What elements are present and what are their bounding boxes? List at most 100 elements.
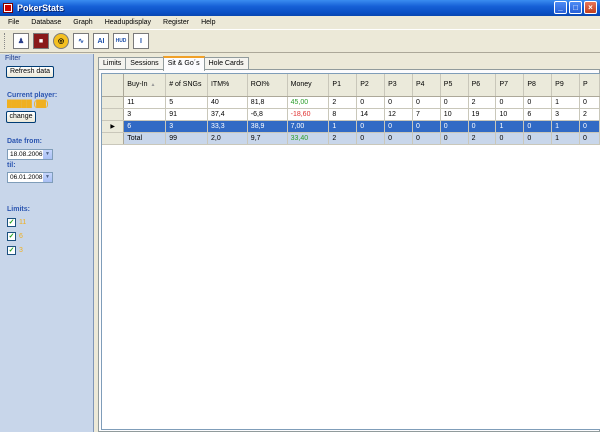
table-cell[interactable]: 7,00: [287, 120, 330, 133]
table-row[interactable]: 3 91 37,4 -6,8 -18,60 8 14 12 7 10 19 10 6 3 2: [102, 108, 600, 121]
table-cell[interactable]: 1: [495, 120, 525, 133]
hud-icon[interactable]: HUD: [113, 33, 129, 49]
table-cell[interactable]: 2: [328, 96, 358, 109]
graph-icon[interactable]: ∿: [73, 33, 89, 49]
table-cell[interactable]: 3: [165, 120, 208, 133]
table-cell[interactable]: 0: [495, 132, 525, 145]
table-cell[interactable]: 8: [328, 108, 358, 121]
checkbox-checked-icon[interactable]: ✓: [7, 218, 16, 227]
table-row[interactable]: 11 5 40 81,8 45,00 2 0 0 0 0 2 0 0 1 0: [102, 96, 600, 109]
close-button[interactable]: ×: [584, 1, 597, 14]
table-cell[interactable]: 6: [123, 120, 167, 133]
column-header-sngs[interactable]: # of SNGs: [165, 74, 208, 97]
column-header-p1[interactable]: P1: [328, 74, 358, 97]
table-cell[interactable]: 11: [123, 96, 167, 109]
date-til-picker[interactable]: 06.01.2008 ▼: [7, 172, 53, 183]
limit-item[interactable]: ✓ 3: [7, 246, 23, 255]
table-cell[interactable]: 33,3: [207, 120, 248, 133]
table-cell[interactable]: 10: [440, 108, 469, 121]
column-header-p7[interactable]: P7: [495, 74, 525, 97]
column-header-buy-in[interactable]: Buy-In ▲: [123, 74, 167, 97]
table-row[interactable]: ▶ 6 3 33,3 38,9 7,00 1 0 0 0 0 0 1 0 1 0: [102, 120, 600, 133]
table-cell[interactable]: 9,7: [247, 132, 288, 145]
row-header[interactable]: ▶: [102, 120, 125, 133]
table-cell[interactable]: 0: [356, 132, 386, 145]
table-cell[interactable]: 0: [523, 120, 553, 133]
chip-icon[interactable]: ◎: [53, 33, 69, 49]
column-header-p8[interactable]: P8: [523, 74, 553, 97]
table-cell[interactable]: 3: [551, 108, 581, 121]
table-cell[interactable]: 0: [468, 120, 497, 133]
table-cell[interactable]: 2: [579, 108, 600, 121]
table-cell[interactable]: 0: [523, 96, 553, 109]
stop-icon[interactable]: ■: [33, 33, 49, 49]
change-player-button[interactable]: change: [6, 111, 36, 123]
column-header-p4[interactable]: P4: [412, 74, 441, 97]
menu-register[interactable]: Register: [157, 19, 195, 26]
table-cell[interactable]: 99: [165, 132, 208, 145]
table-cell[interactable]: 1: [328, 120, 358, 133]
table-cell[interactable]: 0: [384, 132, 413, 145]
table-cell[interactable]: -6,8: [247, 108, 288, 121]
table-cell[interactable]: 0: [495, 96, 525, 109]
toolbar-grip[interactable]: [4, 33, 7, 49]
column-header-itm[interactable]: ITM%: [207, 74, 248, 97]
table-cell[interactable]: 0: [412, 96, 441, 109]
ai-icon[interactable]: AI: [93, 33, 109, 49]
player-icon[interactable]: ♟: [13, 33, 29, 49]
column-header-p10[interactable]: P: [579, 74, 600, 97]
menu-file[interactable]: File: [0, 19, 25, 26]
table-cell[interactable]: 2: [328, 132, 358, 145]
table-cell[interactable]: 0: [384, 120, 413, 133]
table-cell[interactable]: 0: [440, 120, 469, 133]
column-header-roi[interactable]: ROI%: [247, 74, 288, 97]
table-cell[interactable]: 0: [356, 96, 386, 109]
menu-database[interactable]: Database: [25, 19, 67, 26]
table-cell[interactable]: 5: [165, 96, 208, 109]
limit-item[interactable]: ✓ 6: [7, 232, 23, 241]
table-cell[interactable]: 0: [412, 120, 441, 133]
table-cell[interactable]: 1: [551, 96, 581, 109]
table-cell[interactable]: 10: [495, 108, 525, 121]
checkbox-checked-icon[interactable]: ✓: [7, 232, 16, 241]
tab-sit-and-gos[interactable]: Sit & Go´s: [162, 56, 205, 71]
table-cell[interactable]: 19: [468, 108, 497, 121]
column-header-p2[interactable]: P2: [356, 74, 386, 97]
menu-headupdisplay[interactable]: Headupdisplay: [99, 19, 157, 26]
table-cell[interactable]: 0: [579, 120, 600, 133]
table-cell[interactable]: 7: [412, 108, 441, 121]
total-row[interactable]: Total 99 2,0 9,7 33,40 2 0 0 0 0 2 0 0 1 0: [102, 132, 600, 145]
menu-help[interactable]: Help: [195, 19, 221, 26]
table-cell[interactable]: 0: [440, 132, 469, 145]
table-cell[interactable]: 0: [579, 132, 600, 145]
table-cell[interactable]: 0: [384, 96, 413, 109]
table-cell[interactable]: 91: [165, 108, 208, 121]
row-header[interactable]: [102, 108, 125, 121]
column-header-p3[interactable]: P3: [384, 74, 413, 97]
table-cell[interactable]: 40: [207, 96, 248, 109]
table-cell[interactable]: 0: [440, 96, 469, 109]
table-cell[interactable]: 2: [468, 132, 497, 145]
minimize-button[interactable]: _: [554, 1, 567, 14]
date-from-picker[interactable]: 18.08.2006 ▼: [7, 149, 53, 160]
checkbox-checked-icon[interactable]: ✓: [7, 246, 16, 255]
refresh-data-button[interactable]: Refresh data: [6, 66, 54, 78]
chevron-down-icon[interactable]: ▼: [43, 150, 52, 159]
table-cell[interactable]: 45,00: [287, 96, 330, 109]
table-cell[interactable]: 0: [523, 132, 553, 145]
info-icon[interactable]: I: [133, 33, 149, 49]
table-cell[interactable]: 12: [384, 108, 413, 121]
table-cell[interactable]: 1: [551, 120, 581, 133]
maximize-button[interactable]: □: [569, 1, 582, 14]
table-cell[interactable]: 2,0: [207, 132, 248, 145]
table-cell[interactable]: 6: [523, 108, 553, 121]
table-cell[interactable]: 0: [412, 132, 441, 145]
table-cell[interactable]: -18,60: [287, 108, 330, 121]
column-header-p9[interactable]: P9: [551, 74, 581, 97]
table-cell[interactable]: 81,8: [247, 96, 288, 109]
table-cell[interactable]: 1: [551, 132, 581, 145]
table-cell[interactable]: 38,9: [247, 120, 288, 133]
table-cell[interactable]: 0: [579, 96, 600, 109]
table-cell[interactable]: 3: [123, 108, 167, 121]
table-cell[interactable]: 33,40: [287, 132, 330, 145]
